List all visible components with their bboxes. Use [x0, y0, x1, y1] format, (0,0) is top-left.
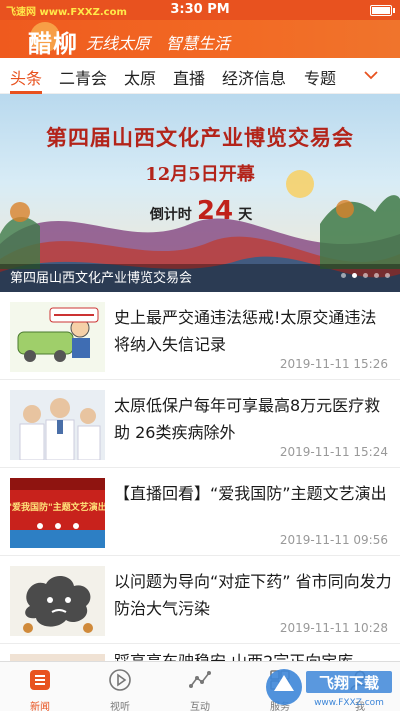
tabbar-label: 互动 — [190, 702, 210, 711]
countdown: 倒计时 24 天 — [140, 196, 262, 226]
banner-date: 12月5日开幕 — [145, 164, 255, 185]
tabbar-interaction[interactable]: 互动 — [160, 662, 240, 711]
carousel-dot[interactable] — [374, 273, 379, 278]
carousel-dots — [335, 263, 390, 282]
news-thumbnail-traffic — [10, 302, 105, 372]
chevron-down-icon[interactable] — [364, 68, 378, 82]
carousel-dot[interactable] — [385, 273, 390, 278]
stage-banner-text: "爱我国防"主题文艺演出 — [10, 501, 105, 513]
site-watermark-logo: 飞翔下载 www.FXXZ.com — [266, 669, 392, 708]
news-thumbnail-stage: "爱我国防"主题文艺演出 — [10, 478, 105, 548]
battery-icon — [370, 5, 395, 16]
tab-headlines[interactable]: 头条 — [10, 65, 42, 89]
news-thumbnail-doctors — [10, 390, 105, 460]
tabbar-label: 视听 — [110, 702, 130, 711]
tab-economy[interactable]: 经济信息 — [222, 65, 286, 89]
news-icon — [30, 670, 50, 690]
news-item[interactable]: 史上最严交通违法惩戒!太原交通违法将纳入失信记录 2019-11-11 15:2… — [0, 292, 400, 380]
interaction-icon — [189, 671, 211, 688]
news-item[interactable]: "爱我国防"主题文艺演出 【直播回看】“爱我国防”主题文艺演出 2019-11-… — [0, 468, 400, 556]
tabbar-label: 新闻 — [30, 702, 50, 711]
carousel-dot[interactable] — [341, 273, 346, 278]
countdown-unit: 天 — [238, 207, 253, 223]
banner-title: 第四届山西文化产业博览交易会 — [46, 125, 354, 150]
tabbar-news[interactable]: 新闻 — [0, 662, 80, 711]
news-time: 2019-11-11 09:56 — [279, 533, 388, 547]
news-time: 2019-11-11 10:28 — [279, 621, 388, 635]
news-title: 以问题为导向“对症下药” 省市同向发力防治大气污染 — [114, 572, 392, 618]
news-title: 太原低保户每年可享最高8万元医疗救助 26类疾病除外 — [114, 396, 381, 442]
status-time: 3:30 PM — [170, 2, 230, 17]
banner-caption: 第四届山西文化产业博览交易会 — [10, 271, 193, 286]
tab-youth-games[interactable]: 二青会 — [59, 65, 107, 89]
play-icon — [109, 669, 131, 691]
news-item[interactable]: 太原低保户每年可享最高8万元医疗救助 26类疾病除外 2019-11-11 15… — [0, 380, 400, 468]
news-time: 2019-11-11 15:24 — [279, 445, 388, 459]
carousel-dot[interactable] — [363, 273, 368, 278]
countdown-label: 倒计时 — [149, 207, 192, 223]
news-title: 【直播回看】“爱我国防”主题文艺演出 — [114, 484, 387, 503]
news-title: 史上最严交通违法惩戒!太原交通违法将纳入失信记录 — [114, 308, 377, 354]
tabbar-media[interactable]: 视听 — [80, 662, 160, 711]
watermark-url: www.FXXZ.com — [314, 698, 384, 708]
channel-tabs: 头条 二青会 太原 直播 经济信息 专题 — [0, 58, 400, 94]
banner-carousel[interactable]: 第四届山西文化产业博览交易会 12月5日开幕 倒计时 24 天 第四届山西文化产… — [0, 94, 400, 292]
slogan-primary: 无线太原 — [86, 34, 151, 53]
status-bar: 飞速网 www.FXXZ.com 3:30 PM — [0, 0, 400, 20]
news-thumbnail-smog — [10, 566, 105, 636]
tab-taiyuan[interactable]: 太原 — [124, 65, 156, 89]
watermark-text: 飞翔下载 — [319, 674, 379, 692]
carousel-dot-active[interactable] — [352, 273, 357, 278]
slogan-secondary: 智慧生活 — [166, 34, 231, 53]
countdown-value: 24 — [196, 196, 234, 226]
news-time: 2019-11-11 15:26 — [279, 357, 388, 371]
tab-live[interactable]: 直播 — [173, 65, 205, 89]
tab-topics[interactable]: 专题 — [304, 65, 336, 89]
news-item[interactable]: 以问题为导向“对症下药” 省市同向发力防治大气污染 2019-11-11 10:… — [0, 556, 400, 644]
app-header: 醋柳 无线太原 智慧生活 — [0, 20, 400, 58]
app-logo: 醋柳 — [28, 29, 78, 58]
